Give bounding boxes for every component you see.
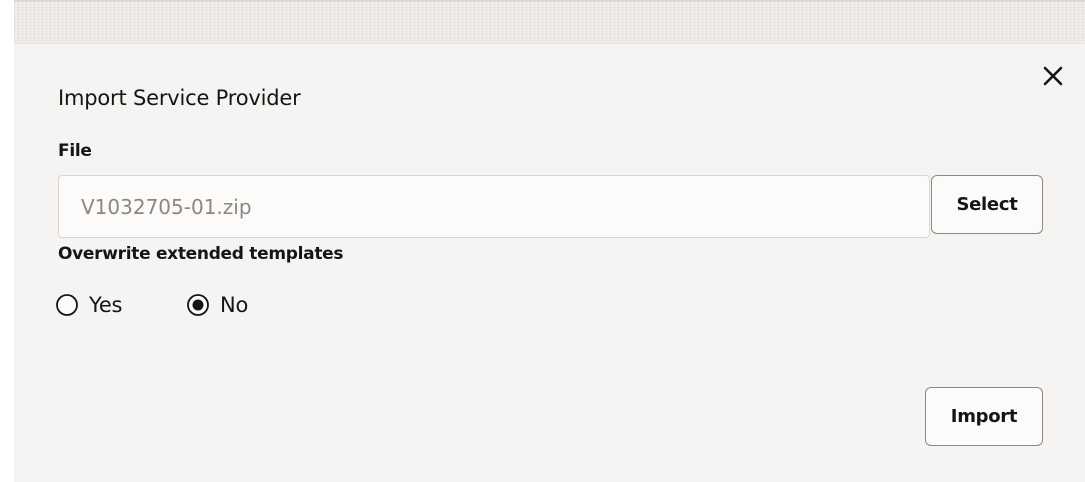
overwrite-templates-label: Overwrite extended templates <box>58 244 344 264</box>
close-button[interactable] <box>1040 63 1066 89</box>
radio-label-yes: Yes <box>89 293 123 317</box>
radio-option-yes[interactable]: Yes <box>55 290 123 320</box>
select-file-button[interactable]: Select <box>931 175 1043 234</box>
radio-option-no[interactable]: No <box>186 290 248 320</box>
dialog-title: Import Service Provider <box>58 86 301 110</box>
radio-unselected-icon[interactable] <box>55 293 79 317</box>
radio-label-no: No <box>220 293 249 317</box>
file-label: File <box>58 141 92 161</box>
radio-selected-icon[interactable] <box>186 293 210 317</box>
import-button[interactable]: Import <box>925 387 1043 446</box>
close-icon <box>1040 63 1066 89</box>
background-page-strip <box>14 0 1085 44</box>
file-input[interactable] <box>58 175 930 238</box>
